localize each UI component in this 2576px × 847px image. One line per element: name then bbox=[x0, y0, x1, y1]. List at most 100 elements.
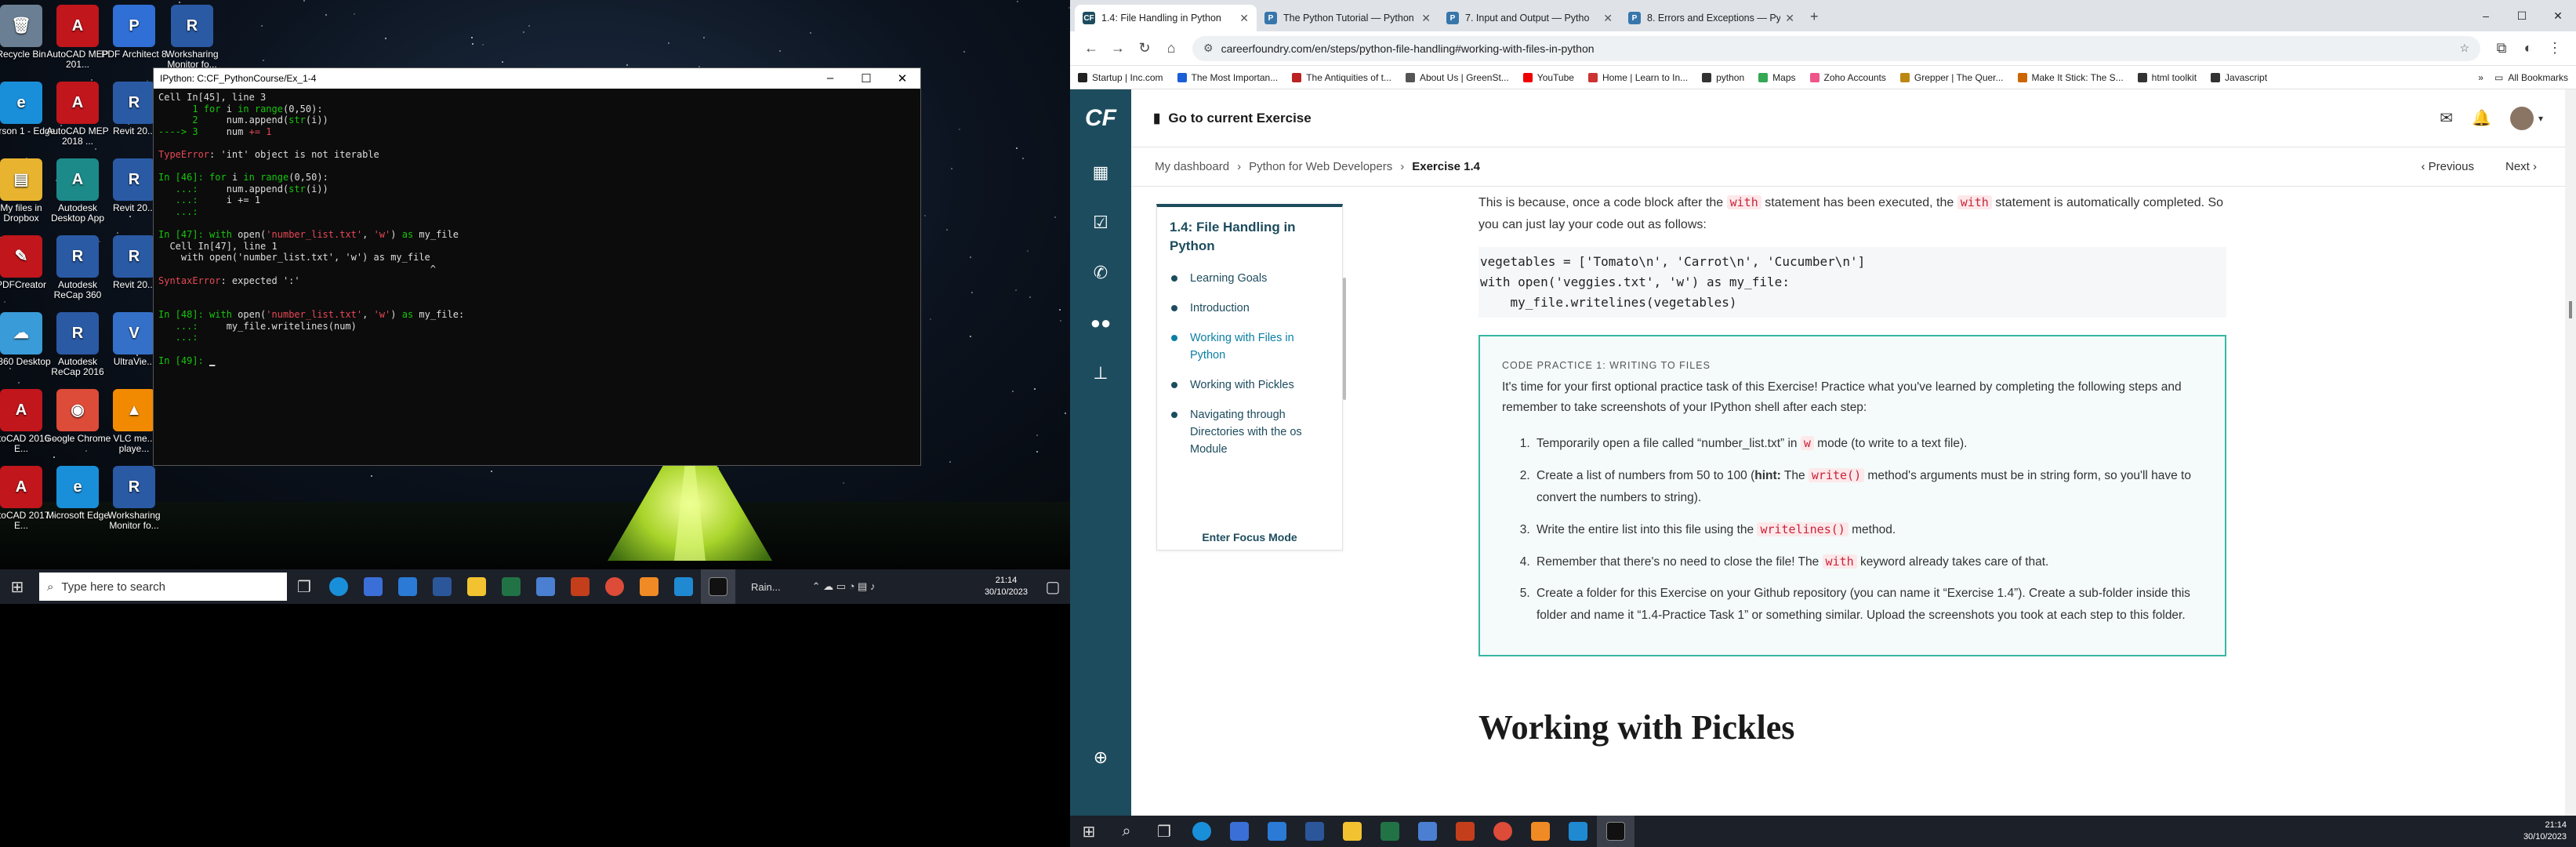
checklist-icon[interactable]: ☑ bbox=[1070, 198, 1131, 248]
breadcrumb-course[interactable]: Python for Web Developers bbox=[1249, 160, 1392, 173]
bookmark-item[interactable]: html toolkit bbox=[2137, 72, 2197, 83]
desktop-icon[interactable]: R Worksharing Monitor fo... bbox=[157, 5, 227, 70]
phone-icon[interactable]: ✆ bbox=[1070, 248, 1131, 298]
next-button[interactable]: Next › bbox=[2505, 160, 2537, 173]
all-bookmarks[interactable]: » ▭ All Bookmarks bbox=[2478, 72, 2568, 83]
tray-icons[interactable]: ⌃ ☁ ▭ ◔ ▤ ♪ bbox=[812, 580, 876, 593]
new-tab-icon[interactable]: + bbox=[1810, 9, 1819, 25]
bookmark-star-icon[interactable]: ☆ bbox=[2459, 42, 2469, 55]
app-icon[interactable] bbox=[1409, 816, 1446, 847]
avatar[interactable] bbox=[2509, 106, 2534, 130]
bookmark-item[interactable]: The Most Importan... bbox=[1177, 72, 1278, 83]
chrome-icon[interactable] bbox=[1484, 816, 1522, 847]
cf-logo[interactable]: CF bbox=[1070, 89, 1131, 147]
mail-icon[interactable] bbox=[1258, 816, 1296, 847]
edge-icon[interactable] bbox=[321, 569, 356, 604]
bookmark-item[interactable]: Zoho Accounts bbox=[1809, 72, 1886, 83]
grid-icon[interactable]: ▦ bbox=[1070, 147, 1131, 198]
vscode-icon[interactable] bbox=[666, 569, 701, 604]
bookmark-item[interactable]: Javascript bbox=[2211, 72, 2267, 83]
close-icon[interactable]: ✕ bbox=[884, 71, 920, 85]
store-icon[interactable] bbox=[1221, 816, 1258, 847]
bookmark-item[interactable]: Startup | Inc.com bbox=[1078, 72, 1163, 83]
reload-icon[interactable]: ↻ bbox=[1131, 40, 1158, 56]
browser-tab[interactable]: P The Python Tutorial — Python ✕ bbox=[1257, 5, 1439, 31]
excel-icon[interactable] bbox=[494, 569, 528, 604]
url-field[interactable]: ⚙ careerfoundry.com/en/steps/python-file… bbox=[1192, 35, 2480, 61]
file-explorer-icon[interactable] bbox=[1333, 816, 1371, 847]
weather-widget[interactable]: Rain... bbox=[751, 581, 781, 593]
focus-mode-button[interactable]: Enter Focus Mode bbox=[1157, 531, 1342, 543]
store-icon[interactable] bbox=[356, 569, 390, 604]
tab-close-icon[interactable]: ✕ bbox=[1603, 12, 1613, 25]
task-view-icon[interactable]: ❐ bbox=[1145, 816, 1183, 847]
toc-item[interactable]: Working with Pickles bbox=[1157, 370, 1342, 400]
minimize-icon[interactable]: – bbox=[2468, 9, 2504, 22]
search-box[interactable]: ⌕ Type here to search bbox=[39, 573, 287, 601]
bookmark-item[interactable]: The Antiquities of t... bbox=[1292, 72, 1391, 83]
excel-icon[interactable] bbox=[1371, 816, 1409, 847]
bookmark-item[interactable]: YouTube bbox=[1522, 72, 1574, 83]
mail-icon[interactable]: ✉ bbox=[2440, 108, 2453, 128]
previous-button[interactable]: ‹ Previous bbox=[2421, 160, 2474, 173]
chrome-icon[interactable] bbox=[597, 569, 632, 604]
toc-item[interactable]: Navigating through Directories with the … bbox=[1157, 400, 1342, 464]
tab-close-icon[interactable]: ✕ bbox=[1239, 12, 1249, 25]
app-icon[interactable] bbox=[528, 569, 563, 604]
maximize-icon[interactable]: ☐ bbox=[2504, 9, 2540, 23]
extensions-icon[interactable]: ⧉ bbox=[2488, 40, 2515, 56]
clock[interactable]: 21:14 30/10/2023 bbox=[2523, 820, 2576, 843]
terminal-icon[interactable] bbox=[701, 569, 735, 604]
go-to-exercise-link[interactable]: ▮ Go to current Exercise bbox=[1153, 111, 1312, 126]
bookmark-item[interactable]: Home | Learn to In... bbox=[1587, 72, 1688, 83]
toc-item[interactable]: Learning Goals bbox=[1157, 264, 1342, 293]
maximize-icon[interactable]: ☐ bbox=[848, 71, 884, 85]
browser-tab[interactable]: P 7. Input and Output — Pytho ✕ bbox=[1439, 5, 1620, 31]
vscode-icon[interactable] bbox=[1559, 816, 1597, 847]
bookmark-item[interactable]: Maps bbox=[1758, 72, 1796, 83]
toc-item[interactable]: Introduction bbox=[1157, 293, 1342, 323]
toc-scrollbar[interactable] bbox=[1343, 278, 1346, 400]
bookmark-item[interactable]: Make It Stick: The S... bbox=[2017, 72, 2124, 83]
chevron-down-icon[interactable]: ▾ bbox=[2538, 113, 2543, 124]
browser-tab[interactable]: P 8. Errors and Exceptions — Py ✕ bbox=[1620, 5, 1802, 31]
home-icon[interactable]: ⌂ bbox=[1158, 40, 1185, 56]
mail-icon[interactable] bbox=[390, 569, 425, 604]
bell-icon[interactable]: 🔔 bbox=[2472, 108, 2491, 128]
file-explorer-icon[interactable] bbox=[459, 569, 494, 604]
org-chart-icon[interactable]: ⊥ bbox=[1070, 348, 1131, 398]
ipython-window[interactable]: IPython: C:CF_PythonCourse/Ex_1-4 – ☐ ✕ … bbox=[153, 67, 921, 466]
windows-start-icon[interactable]: ⊞ bbox=[1070, 816, 1108, 847]
close-icon[interactable]: ✕ bbox=[2540, 9, 2576, 23]
bookmark-item[interactable]: python bbox=[1702, 72, 1744, 83]
code-block[interactable]: vegetables = ['Tomato\n', 'Carrot\n', 'C… bbox=[1478, 247, 2226, 318]
help-icon[interactable]: ⊕ bbox=[1070, 732, 1131, 783]
back-icon[interactable]: ← bbox=[1078, 40, 1105, 56]
terminal-icon[interactable] bbox=[1597, 816, 1634, 847]
forward-icon[interactable]: → bbox=[1105, 40, 1131, 56]
notification-icon[interactable]: ▢ bbox=[1036, 569, 1070, 604]
clock[interactable]: 21:14 30/10/2023 bbox=[985, 575, 1036, 598]
task-view-icon[interactable]: ❐ bbox=[287, 569, 321, 604]
search-icon[interactable]: ⌕ bbox=[1108, 816, 1145, 847]
desktop-icon[interactable]: R Worksharing Monitor fo... bbox=[99, 466, 169, 531]
word-icon[interactable] bbox=[1296, 816, 1333, 847]
bookmark-item[interactable]: Grepper | The Quer... bbox=[1899, 72, 2004, 83]
bookmark-item[interactable]: About Us | GreenSt... bbox=[1405, 72, 1509, 83]
ipython-titlebar[interactable]: IPython: C:CF_PythonCourse/Ex_1-4 – ☐ ✕ bbox=[154, 68, 920, 89]
windows-start-icon[interactable]: ⊞ bbox=[0, 569, 34, 604]
browser-tab[interactable]: CF 1.4: File Handling in Python ✕ bbox=[1075, 5, 1257, 31]
breadcrumb-dashboard[interactable]: My dashboard bbox=[1155, 160, 1229, 173]
sublime-icon[interactable] bbox=[632, 569, 666, 604]
sublime-icon[interactable] bbox=[1522, 816, 1559, 847]
page-scrollbar[interactable] bbox=[2565, 89, 2576, 816]
site-info-icon[interactable]: ⚙ bbox=[1203, 42, 1214, 55]
tab-close-icon[interactable]: ✕ bbox=[1421, 12, 1431, 25]
menu-icon[interactable]: ⋮ bbox=[2542, 40, 2568, 56]
word-icon[interactable] bbox=[425, 569, 459, 604]
profile-icon[interactable]: ◐ bbox=[2515, 40, 2542, 56]
tab-close-icon[interactable]: ✕ bbox=[1785, 12, 1794, 25]
edge-icon[interactable] bbox=[1183, 816, 1221, 847]
minimize-icon[interactable]: – bbox=[812, 71, 848, 85]
community-icon[interactable]: ●● bbox=[1070, 298, 1131, 348]
